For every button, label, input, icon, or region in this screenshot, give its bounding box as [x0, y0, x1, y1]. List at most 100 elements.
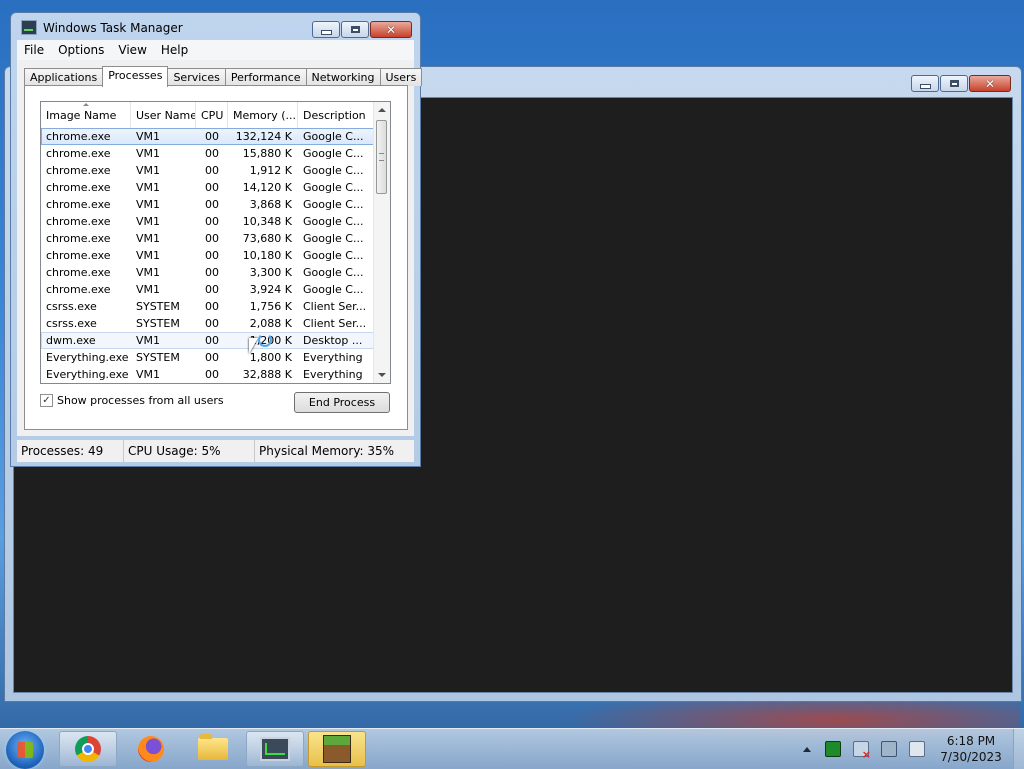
column-header-cpu[interactable]: CPU: [196, 102, 228, 128]
table-row[interactable]: chrome.exe VM1 00 10,180 K Google C...: [41, 247, 375, 264]
scroll-down-arrow-icon[interactable]: [378, 373, 386, 377]
table-row[interactable]: chrome.exe VM1 00 15,880 K Google C...: [41, 145, 375, 162]
taskbar-task-manager[interactable]: [246, 731, 304, 767]
scroll-up-arrow-icon[interactable]: [378, 108, 386, 112]
cell-user-name: VM1: [136, 130, 161, 143]
menu-help[interactable]: Help: [154, 43, 195, 57]
scroll-thumb[interactable]: [376, 120, 387, 194]
checkbox-checked-icon[interactable]: ✓: [40, 394, 53, 407]
column-header-memory[interactable]: Memory (...: [228, 102, 298, 128]
table-row[interactable]: Everything.exe VM1 00 32,888 K Everything: [41, 366, 375, 383]
cell-user-name: VM1: [136, 198, 161, 211]
close-icon: ✕: [984, 76, 996, 91]
minimize-button[interactable]: [312, 21, 340, 38]
table-row[interactable]: chrome.exe VM1 00 14,120 K Google C...: [41, 179, 375, 196]
clock-date: 7/30/2023: [940, 750, 1002, 764]
show-desktop-button[interactable]: [1013, 729, 1024, 769]
volume-muted-icon[interactable]: [909, 741, 925, 757]
cell-user-name: VM1: [136, 368, 161, 381]
action-center-flag-icon[interactable]: [853, 741, 871, 761]
cell-image-name: dwm.exe: [46, 334, 96, 347]
taskbar-firefox[interactable]: [122, 731, 180, 767]
column-label: Image Name: [46, 109, 117, 122]
minimize-icon: [919, 84, 931, 89]
tab-applications[interactable]: Applications: [24, 68, 104, 86]
cell-memory: 3,868 K: [249, 198, 292, 211]
process-list[interactable]: Image Name User Name CPU Memory (... Des…: [40, 101, 391, 384]
taskbar: 6:18 PM 7/30/2023: [0, 728, 1024, 769]
table-row[interactable]: chrome.exe VM1 00 10,348 K Google C...: [41, 213, 375, 230]
cell-user-name: VM1: [136, 164, 161, 177]
show-hidden-icons-icon[interactable]: [803, 746, 811, 752]
green-app-icon[interactable]: [825, 741, 841, 757]
cell-description: Google C...: [303, 266, 364, 279]
table-row[interactable]: dwm.exe VM1 00 1,200 K Desktop ...: [41, 332, 375, 349]
menu-file[interactable]: File: [17, 43, 51, 57]
background-close-button[interactable]: ✕: [969, 75, 1011, 92]
start-button[interactable]: [6, 731, 44, 769]
clock[interactable]: 6:18 PM 7/30/2023: [937, 733, 1005, 765]
tab-services[interactable]: Services: [167, 68, 226, 86]
end-process-button[interactable]: End Process: [294, 392, 390, 413]
chrome-icon: [75, 736, 101, 762]
cell-image-name: Everything.exe: [46, 368, 129, 381]
table-row[interactable]: csrss.exe SYSTEM 00 2,088 K Client Ser...: [41, 315, 375, 332]
status-physical-memory: Physical Memory: 35%: [259, 444, 395, 458]
maximize-icon: [350, 26, 360, 33]
cell-image-name: chrome.exe: [46, 232, 111, 245]
minimize-icon: [320, 30, 332, 35]
cell-description: Client Ser...: [303, 317, 367, 330]
column-header-description[interactable]: Description: [298, 102, 375, 128]
menu-view[interactable]: View: [111, 43, 153, 57]
menu-options[interactable]: Options: [51, 43, 111, 57]
vertical-scrollbar[interactable]: [373, 102, 390, 383]
table-row[interactable]: chrome.exe VM1 00 3,300 K Google C...: [41, 264, 375, 281]
column-header-image-name[interactable]: Image Name: [41, 102, 131, 128]
table-row[interactable]: chrome.exe VM1 00 1,912 K Google C...: [41, 162, 375, 179]
cell-user-name: SYSTEM: [136, 300, 180, 313]
column-header-user-name[interactable]: User Name: [131, 102, 196, 128]
taskbar-file-explorer[interactable]: [184, 731, 242, 767]
cell-user-name: VM1: [136, 283, 161, 296]
cell-cpu: 00: [205, 283, 219, 296]
tab-performance[interactable]: Performance: [224, 68, 307, 86]
cell-memory: 3,924 K: [249, 283, 292, 296]
cell-description: Google C...: [303, 164, 364, 177]
background-window-caption-buttons: ✕: [911, 75, 1011, 92]
cell-cpu: 00: [205, 317, 219, 330]
cell-image-name: chrome.exe: [46, 215, 111, 228]
system-tray: 6:18 PM 7/30/2023: [803, 729, 1024, 769]
maximize-button[interactable]: [341, 21, 369, 38]
cell-image-name: csrss.exe: [46, 317, 97, 330]
background-maximize-button[interactable]: [940, 75, 968, 92]
close-button[interactable]: ✕: [370, 21, 412, 38]
cell-image-name: Everything.exe: [46, 351, 129, 364]
table-row[interactable]: Everything.exe SYSTEM 00 1,800 K Everything: [41, 349, 375, 366]
firefox-icon: [138, 736, 164, 762]
cell-cpu: 00: [205, 334, 219, 347]
table-row[interactable]: chrome.exe VM1 00 3,868 K Google C...: [41, 196, 375, 213]
task-manager-window[interactable]: Windows Task Manager ✕ File Options View…: [10, 12, 423, 467]
network-icon[interactable]: [881, 741, 897, 757]
table-row[interactable]: csrss.exe SYSTEM 00 1,756 K Client Ser...: [41, 298, 375, 315]
cell-cpu: 00: [205, 181, 219, 194]
background-minimize-button[interactable]: [911, 75, 939, 92]
sort-ascending-icon: [83, 103, 89, 106]
taskbar-minecraft[interactable]: [308, 731, 366, 767]
cell-image-name: chrome.exe: [46, 147, 111, 160]
cell-user-name: VM1: [136, 334, 161, 347]
tab-processes[interactable]: Processes: [102, 66, 169, 87]
tab-networking[interactable]: Networking: [305, 68, 381, 86]
clock-time: 6:18 PM: [946, 734, 996, 748]
table-row[interactable]: chrome.exe VM1 00 3,924 K Google C...: [41, 281, 375, 298]
cell-description: Google C...: [303, 181, 364, 194]
show-all-processes-checkbox[interactable]: ✓ Show processes from all users: [40, 394, 224, 407]
cell-memory: 2,088 K: [249, 317, 292, 330]
restore-icon: [949, 80, 959, 87]
table-row[interactable]: chrome.exe VM1 00 73,680 K Google C...: [41, 230, 375, 247]
taskbar-chrome[interactable]: [59, 731, 117, 767]
status-processes: Processes: 49: [17, 440, 124, 462]
cell-memory: 10,348 K: [242, 215, 292, 228]
table-row[interactable]: chrome.exe VM1 00 132,124 K Google C...: [41, 128, 375, 145]
tab-users[interactable]: Users: [379, 68, 423, 86]
